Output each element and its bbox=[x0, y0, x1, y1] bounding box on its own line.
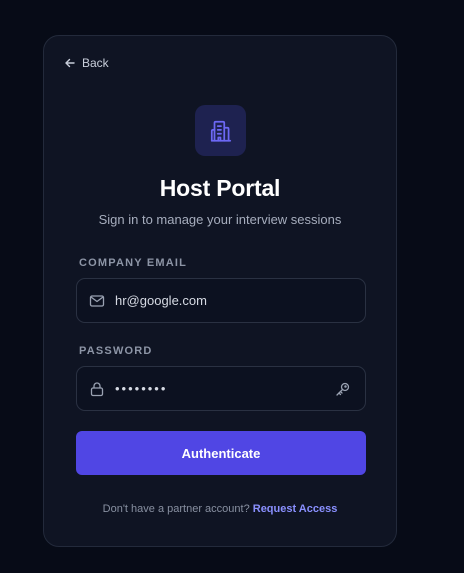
email-label: COMPANY EMAIL bbox=[79, 257, 188, 269]
signup-prompt: Don't have a partner account? Request Ac… bbox=[44, 503, 396, 515]
email-input[interactable] bbox=[115, 279, 365, 322]
building-icon bbox=[210, 120, 231, 142]
mail-icon bbox=[89, 294, 105, 307]
password-field[interactable] bbox=[76, 366, 366, 411]
login-card: Back Host Portal Sign in to manage your … bbox=[43, 35, 397, 547]
password-label: PASSWORD bbox=[79, 345, 153, 357]
page-title: Host Portal bbox=[159, 175, 281, 201]
back-button-label: Back bbox=[82, 56, 109, 70]
email-field[interactable] bbox=[76, 278, 366, 323]
password-input[interactable] bbox=[115, 367, 327, 410]
logo-badge bbox=[195, 105, 246, 156]
request-access-link[interactable]: Request Access bbox=[253, 503, 338, 515]
back-button[interactable]: Back bbox=[64, 56, 109, 70]
arrow-left-icon bbox=[65, 58, 75, 68]
authenticate-button[interactable]: Authenticate bbox=[76, 431, 366, 475]
lock-icon bbox=[90, 381, 104, 396]
signup-prompt-text: Don't have a partner account? bbox=[102, 503, 250, 515]
key-icon[interactable] bbox=[335, 381, 351, 397]
page-subtitle: Sign in to manage your interview session… bbox=[98, 212, 342, 227]
